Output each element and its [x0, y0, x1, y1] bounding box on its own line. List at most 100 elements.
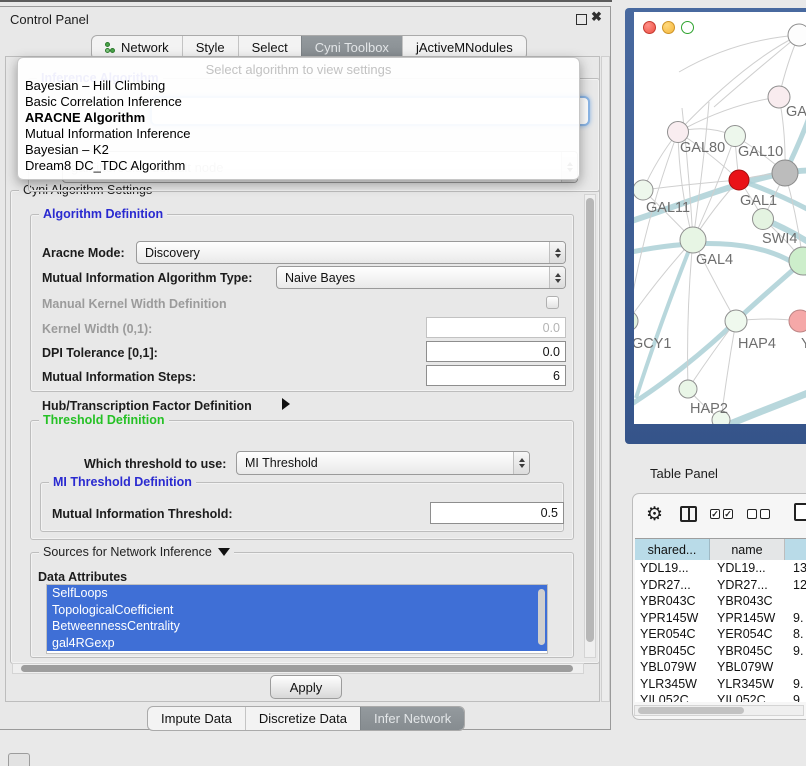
node-label-GCY1: GCY1 — [634, 336, 672, 352]
node-GCY1[interactable] — [634, 311, 638, 331]
mi-type-combobox[interactable]: Naive Bayes — [276, 266, 566, 289]
group-title: MI Threshold Definition — [49, 475, 196, 489]
table-row[interactable]: YIL052CYIL052C9 — [635, 692, 806, 702]
node-HAP2[interactable] — [679, 380, 697, 398]
collapsed-panel-icon[interactable] — [8, 753, 30, 766]
gear-icon[interactable]: ⚙ — [646, 503, 663, 526]
node-HAP4[interactable] — [725, 310, 747, 332]
node-red[interactable] — [729, 170, 749, 190]
cell-name: YER054C — [714, 627, 789, 641]
dropdown-item[interactable]: Bayesian – K2 — [24, 142, 573, 158]
settings-vertical-scrollbar[interactable] — [584, 194, 596, 658]
mi-steps-field[interactable]: 6 — [426, 365, 566, 386]
scrollbar-thumb[interactable] — [586, 198, 594, 642]
table-horizontal-scrollbar[interactable] — [634, 705, 804, 716]
document-icon[interactable] — [794, 503, 806, 521]
cell-value: 12 — [789, 578, 806, 592]
tab-impute-data[interactable]: Impute Data — [148, 707, 245, 730]
list-item[interactable]: TopologicalCoefficient — [47, 602, 547, 619]
manual-kernel-label: Manual Kernel Width Definition — [42, 297, 227, 311]
list-item[interactable]: gal4RGexp — [47, 635, 547, 652]
table-row[interactable]: YPR145WYPR145W9. — [635, 610, 806, 627]
node-pink[interactable] — [789, 310, 806, 332]
window-minimize-button[interactable] — [662, 21, 675, 34]
edge-thick — [730, 388, 806, 424]
window-zoom-button[interactable] — [681, 21, 694, 34]
window-top-edge — [0, 0, 612, 2]
node-gray[interactable] — [772, 160, 798, 186]
node-GAL11[interactable] — [634, 180, 653, 200]
cell-shared-name: YBR045C — [635, 644, 714, 658]
dropdown-item[interactable]: Basic Correlation Inference — [24, 94, 573, 110]
cell-value: 9. — [789, 611, 806, 625]
list-item[interactable]: SelfLoops — [47, 585, 547, 602]
table-row[interactable]: YBR045CYBR045C9. — [635, 643, 806, 660]
dropdown-item[interactable]: ARACNE Algorithm — [24, 110, 573, 126]
dpi-tolerance-field[interactable]: 0.0 — [426, 341, 566, 362]
table-row[interactable]: YER054CYER054C8. — [635, 626, 806, 643]
data-attributes-list[interactable]: SelfLoopsTopologicalCoefficientBetweenne… — [46, 584, 548, 654]
mi-threshold-field[interactable]: 0.5 — [430, 502, 564, 524]
table-row[interactable]: YDR27...YDR27...12 — [635, 577, 806, 594]
tab-discretize-data[interactable]: Discretize Data — [245, 707, 360, 730]
cell-name: YDR27... — [714, 578, 789, 592]
column-header-name[interactable]: name — [710, 539, 785, 561]
network-graph: GALGAL80GAL10GAL1GAL11SWI4GAL4GCY1HAP4YH… — [634, 12, 806, 424]
expand-arrow-icon[interactable] — [282, 398, 290, 410]
checkbox-checked-icon[interactable]: ✓ — [723, 509, 733, 519]
table-row[interactable]: YBL079WYBL079W — [635, 659, 806, 676]
window-close-button[interactable] — [643, 21, 656, 34]
hub-definition-label: Hub/Transcription Factor Definition — [42, 399, 252, 413]
node-GAL4[interactable] — [680, 227, 706, 253]
group-title: Algorithm Definition — [39, 207, 167, 221]
scrollbar-thumb[interactable] — [638, 707, 744, 714]
manual-kernel-checkbox[interactable] — [546, 296, 559, 309]
which-threshold-value: MI Threshold — [237, 456, 513, 470]
float-panel-icon[interactable] — [576, 14, 587, 25]
table-row[interactable]: YLR345WYLR345W9. — [635, 676, 806, 693]
table-row[interactable]: YDL19...YDL19...13 — [635, 560, 806, 577]
node-GAL1[interactable] — [753, 209, 774, 230]
cell-shared-name: YBL079W — [635, 660, 714, 674]
cell-shared-name: YBR043C — [635, 594, 714, 608]
tab-infer-network[interactable]: Infer Network — [360, 707, 464, 730]
checkbox-unchecked-icon[interactable] — [760, 509, 770, 519]
checkbox-unchecked-icon[interactable] — [747, 509, 757, 519]
list-item[interactable]: BetweennessCentrality — [47, 618, 547, 635]
network-canvas[interactable]: GALGAL80GAL10GAL1GAL11SWI4GAL4GCY1HAP4YH… — [634, 12, 806, 424]
dropdown-item[interactable]: Mutual Information Inference — [24, 126, 573, 142]
dropdown-placeholder: Select algorithm to view settings — [18, 62, 579, 77]
combo-stepper-icon — [549, 267, 565, 288]
tab-label: Impute Data — [161, 711, 232, 726]
column-header-shared-name[interactable]: shared... — [635, 539, 710, 561]
scrollbar-thumb[interactable] — [21, 665, 573, 672]
kernel-width-field: 0.0 — [426, 317, 566, 338]
node-label-GAL80: GAL80 — [680, 140, 725, 156]
collapse-arrow-icon[interactable] — [218, 548, 230, 556]
columns-icon[interactable] — [680, 506, 697, 522]
node-top[interactable] — [788, 24, 806, 46]
aracne-mode-combobox[interactable]: Discovery — [136, 241, 566, 264]
column-header-partial[interactable] — [785, 539, 806, 561]
dropdown-item[interactable]: Bayesian – Hill Climbing — [24, 78, 573, 94]
cell-shared-name: YDR27... — [635, 578, 714, 592]
table-panel-title: Table Panel — [650, 466, 718, 481]
dropdown-item[interactable]: Dream8 DC_TDC Algorithm — [24, 158, 573, 174]
panel-scroll-gutter[interactable] — [601, 56, 610, 702]
tab-label: Network — [121, 40, 169, 55]
table-row[interactable]: YBR043CYBR043C — [635, 593, 806, 610]
tab-label: Discretize Data — [259, 711, 347, 726]
settings-horizontal-scrollbar[interactable] — [12, 663, 584, 674]
node-label-GAL10: GAL10 — [738, 144, 783, 160]
list-scrollbar-thumb[interactable] — [538, 589, 545, 645]
cell-value: 9. — [789, 644, 806, 658]
checkbox-checked-icon[interactable]: ✓ — [710, 509, 720, 519]
cell-name: YBL079W — [714, 660, 789, 674]
apply-button[interactable]: Apply — [270, 675, 342, 699]
close-icon[interactable]: ✖ — [591, 9, 602, 25]
which-threshold-combobox[interactable]: MI Threshold — [236, 451, 530, 475]
tab-label: Select — [252, 40, 288, 55]
group-title: Threshold Definition — [39, 413, 169, 427]
table-body: YDL19...YDL19...13YDR27...YDR27...12YBR0… — [635, 560, 806, 702]
cell-name: YPR145W — [714, 611, 789, 625]
